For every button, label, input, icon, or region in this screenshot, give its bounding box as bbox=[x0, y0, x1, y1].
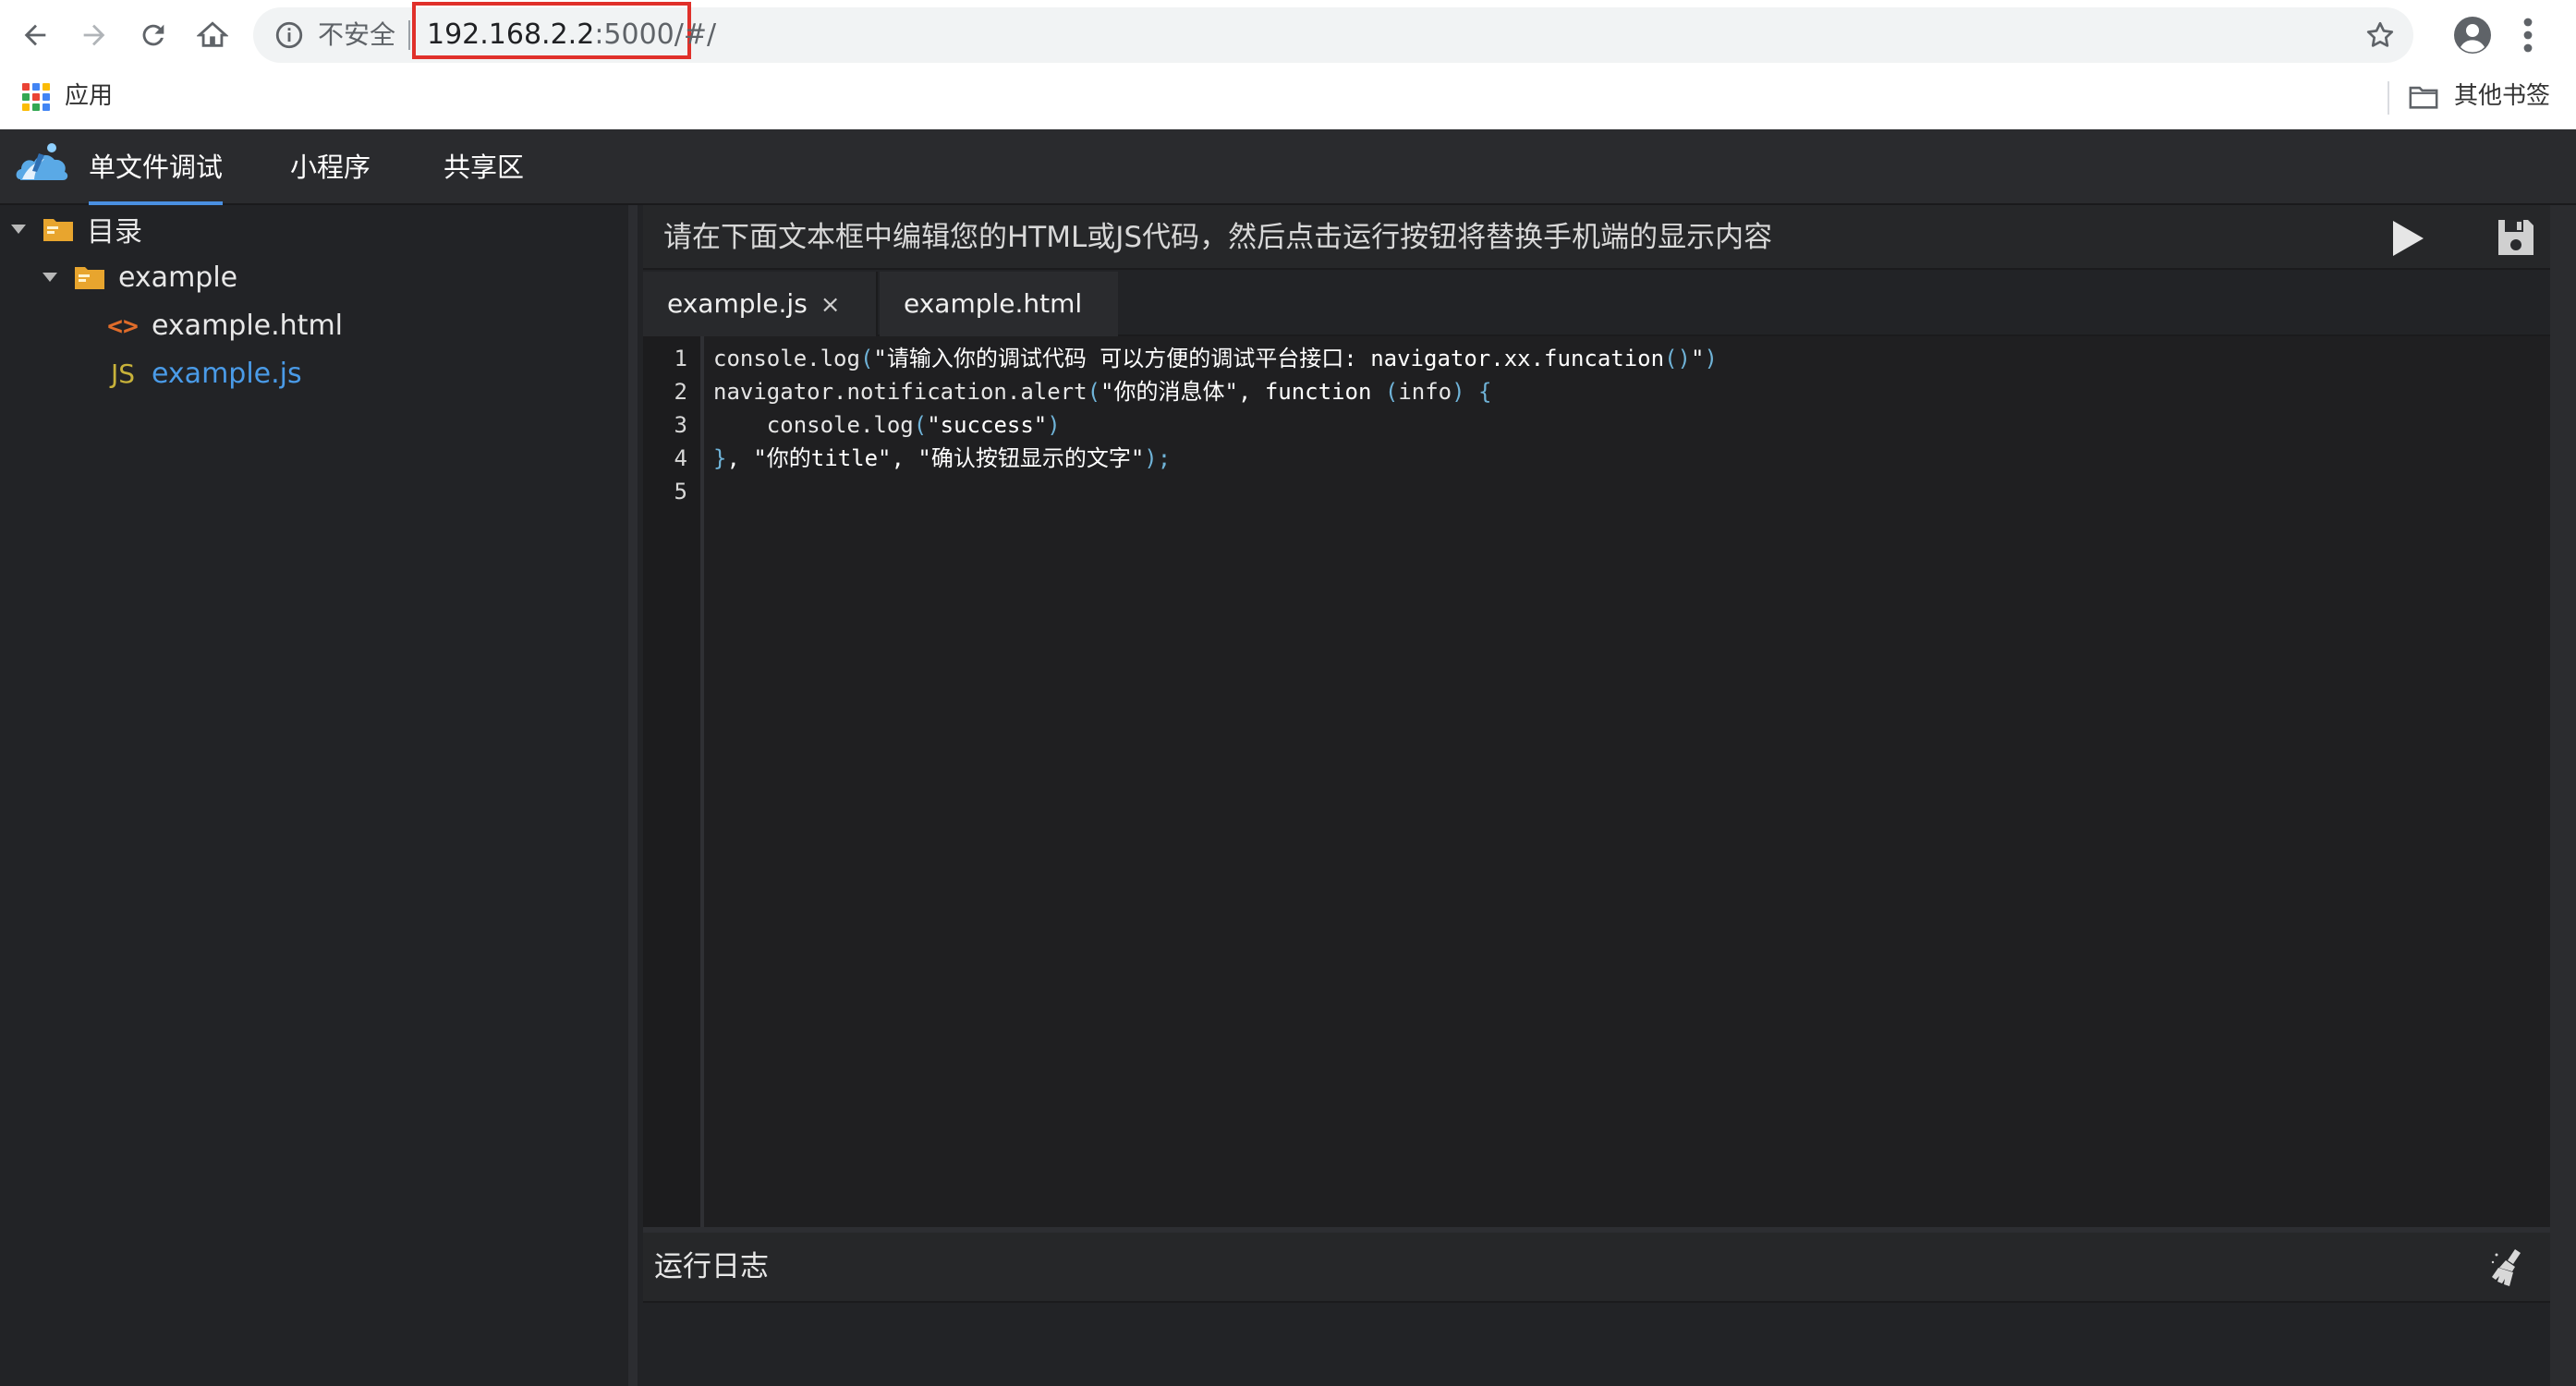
code-token: ( bbox=[1087, 379, 1101, 405]
tree-folder-example[interactable]: example bbox=[43, 253, 237, 301]
code-line[interactable]: console.log("success") bbox=[713, 408, 1061, 442]
page-scrollbar[interactable] bbox=[2550, 205, 2576, 1386]
log-header: 运行日志 bbox=[643, 1233, 2576, 1303]
code-token: ); bbox=[1144, 445, 1172, 471]
instruction-text: 请在下面文本框中编辑您的HTML或JS代码，然后点击运行按钮将替换手机端的显示内… bbox=[663, 221, 1773, 254]
address-separator bbox=[408, 20, 410, 50]
file-tree-sidebar: 目录 example <> example.html JS example.js bbox=[0, 205, 638, 1386]
editor-tabs: example.js × example.html bbox=[643, 272, 2576, 336]
line-number: 2 bbox=[674, 379, 687, 405]
tree-file-example-js[interactable]: JS example.js bbox=[107, 349, 302, 397]
reload-icon bbox=[142, 24, 164, 46]
code-token: ) bbox=[1452, 379, 1465, 405]
address-bar[interactable]: 不安全 192.168.2.2:5000/#/ bbox=[253, 2, 2413, 63]
js-file-icon: JS bbox=[110, 358, 136, 389]
url-text[interactable]: 192.168.2.2:5000/#/ bbox=[427, 18, 716, 52]
log-output[interactable] bbox=[643, 1305, 2576, 1386]
code-token: ( bbox=[913, 412, 928, 438]
url-rest: :5000/#/ bbox=[594, 18, 717, 51]
code-token: } bbox=[713, 445, 727, 471]
line-number-gutter: 1 2 3 4 5 bbox=[643, 336, 704, 1227]
bookmarks-divider bbox=[2388, 81, 2389, 115]
security-label[interactable]: 不安全 bbox=[318, 18, 395, 52]
folder-open-icon bbox=[75, 267, 104, 289]
folder-icon[interactable] bbox=[2408, 83, 2439, 111]
tree-root-label: 目录 bbox=[87, 216, 142, 249]
tab-label: example.html bbox=[904, 288, 1083, 319]
html-file-icon: <> bbox=[107, 310, 139, 341]
code-token: info bbox=[1398, 379, 1452, 405]
line-number: 4 bbox=[674, 445, 687, 471]
back-button[interactable] bbox=[13, 13, 57, 57]
browser-chrome: 不安全 192.168.2.2:5000/#/ 应用 其他书签 bbox=[0, 0, 2576, 129]
caret-down-icon[interactable] bbox=[11, 225, 26, 234]
app-header: 单文件调试 小程序 共享区 bbox=[0, 129, 2576, 205]
editor-panel: 请在下面文本框中编辑您的HTML或JS代码，然后点击运行按钮将替换手机端的显示内… bbox=[643, 205, 2576, 1386]
tree-root[interactable]: 目录 bbox=[11, 205, 142, 253]
more-vert-icon[interactable] bbox=[2509, 13, 2546, 57]
profile-icon[interactable] bbox=[2450, 13, 2495, 57]
apps-bookmark[interactable]: 应用 bbox=[65, 78, 113, 115]
arrow-right-icon bbox=[83, 24, 105, 46]
tab-shared-area[interactable]: 共享区 bbox=[444, 129, 524, 205]
instruction-bar: 请在下面文本框中编辑您的HTML或JS代码，然后点击运行按钮将替换手机端的显示内… bbox=[643, 205, 2576, 270]
code-token: " bbox=[1691, 346, 1705, 371]
code-token: "请输入你的调试代码 可以方便的调试平台接口: navigator.xx.fun… bbox=[873, 346, 1665, 371]
code-token: "你的消息体", function bbox=[1100, 379, 1385, 405]
code-editor[interactable]: 12345 console.log("请输入你的调试代码 可以方便的调试平台接口… bbox=[643, 336, 2576, 1233]
code-line[interactable]: }, "你的title", "确认按钮显示的文字"); bbox=[713, 442, 1171, 475]
save-icon[interactable] bbox=[2495, 216, 2537, 259]
arrow-left-icon bbox=[24, 24, 46, 46]
tree-file-label: example.js bbox=[152, 357, 302, 390]
code-token: console.log bbox=[713, 412, 914, 438]
forward-button[interactable] bbox=[72, 13, 116, 57]
code-token: () bbox=[1664, 346, 1691, 371]
tab-example-js[interactable]: example.js × bbox=[643, 272, 878, 336]
bookmarks-bar: 应用 其他书签 bbox=[0, 70, 2576, 129]
code-token: , "你的title", "确认按钮显示的文字" bbox=[726, 445, 1145, 471]
play-icon[interactable] bbox=[2389, 218, 2426, 259]
code-token: ( bbox=[859, 346, 874, 371]
other-bookmarks[interactable]: 其他书签 bbox=[2454, 78, 2550, 115]
code-token: console.log bbox=[713, 346, 860, 371]
code-token: ) bbox=[1704, 346, 1718, 371]
info-icon[interactable] bbox=[273, 19, 305, 51]
code-line[interactable]: console.log("请输入你的调试代码 可以方便的调试平台接口: navi… bbox=[713, 342, 1718, 375]
home-button[interactable] bbox=[190, 13, 235, 57]
log-title: 运行日志 bbox=[654, 1250, 769, 1283]
code-token: { bbox=[1478, 379, 1492, 405]
tab-example-html[interactable]: example.html bbox=[880, 272, 1118, 336]
broom-icon[interactable] bbox=[2487, 1246, 2532, 1290]
tree-file-label: example.html bbox=[152, 309, 343, 342]
line-number: 3 bbox=[674, 412, 687, 438]
code-line[interactable]: navigator.notification.alert("你的消息体", fu… bbox=[713, 375, 1491, 408]
app-logo-icon[interactable] bbox=[13, 137, 72, 192]
apps-grid-icon[interactable] bbox=[22, 83, 50, 111]
home-icon bbox=[197, 21, 228, 47]
code-token: ) bbox=[1047, 412, 1061, 438]
code-token: navigator.notification.alert bbox=[713, 379, 1088, 405]
tab-label: example.js bbox=[667, 288, 808, 319]
code-token: "success" bbox=[927, 412, 1048, 438]
url-host: 192.168.2.2 bbox=[427, 18, 595, 51]
tab-single-file-debug[interactable]: 单文件调试 bbox=[89, 129, 224, 205]
star-icon[interactable] bbox=[2363, 18, 2397, 52]
code-token: ( bbox=[1384, 379, 1399, 405]
tree-file-example-html[interactable]: <> example.html bbox=[107, 301, 343, 349]
close-icon[interactable]: × bbox=[820, 291, 841, 319]
browser-toolbar: 不安全 192.168.2.2:5000/#/ bbox=[0, 0, 2576, 70]
line-number: 1 bbox=[674, 346, 687, 371]
reload-button[interactable] bbox=[131, 13, 176, 57]
tab-mini-program[interactable]: 小程序 bbox=[290, 129, 371, 205]
tree-folder-label: example bbox=[118, 261, 238, 294]
line-number: 5 bbox=[674, 479, 687, 505]
folder-open-icon bbox=[43, 219, 73, 241]
caret-down-icon[interactable] bbox=[43, 273, 57, 282]
